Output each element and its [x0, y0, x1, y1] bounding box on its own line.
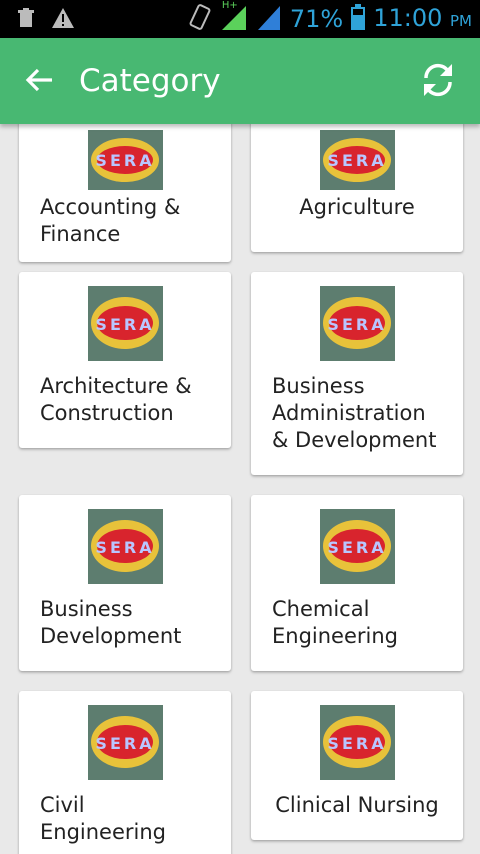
- category-card[interactable]: SERA Business Administration & Developme…: [251, 272, 463, 475]
- clock: 11:00 PM: [373, 3, 472, 36]
- svg-text:SERA: SERA: [327, 538, 386, 557]
- category-card[interactable]: SERA Accounting & Finance: [19, 124, 231, 262]
- svg-text:SERA: SERA: [95, 315, 154, 334]
- category-label: Chemical Engineering: [272, 597, 398, 648]
- arrow-left-icon: [25, 68, 52, 92]
- vibrate-icon: [188, 4, 212, 34]
- sera-logo: SERA: [320, 509, 395, 584]
- category-label: Civil Engineering: [40, 793, 166, 844]
- svg-text:SERA: SERA: [327, 734, 386, 753]
- category-label: Business Administration & Development: [272, 374, 437, 452]
- trash-icon: [18, 8, 34, 32]
- clock-time: 11:00: [373, 3, 443, 32]
- category-card[interactable]: SERA Business Development: [19, 495, 231, 671]
- signal-icon-2: [256, 4, 282, 34]
- category-card[interactable]: SERA Civil Engineering: [19, 691, 231, 854]
- svg-text:SERA: SERA: [95, 151, 154, 170]
- svg-text:SERA: SERA: [327, 151, 386, 170]
- battery-icon: [351, 4, 366, 34]
- refresh-button[interactable]: [418, 60, 458, 100]
- category-card[interactable]: SERA Clinical Nursing: [251, 691, 463, 840]
- category-label: Architecture & Construction: [40, 374, 192, 425]
- signal-icon-1: H+: [220, 0, 248, 34]
- category-card[interactable]: SERA Architecture & Construction: [19, 272, 231, 448]
- category-label: Agriculture: [299, 195, 415, 219]
- category-card[interactable]: SERA Agriculture: [251, 124, 463, 252]
- network-type-label: H+: [221, 0, 238, 11]
- svg-text:SERA: SERA: [95, 734, 154, 753]
- page-title: Category: [79, 63, 221, 99]
- warning-icon: [52, 8, 74, 32]
- svg-text:SERA: SERA: [327, 315, 386, 334]
- sera-logo: SERA: [88, 705, 163, 780]
- sera-logo: SERA: [88, 286, 163, 361]
- clock-ampm: PM: [450, 11, 472, 30]
- sera-logo: SERA: [320, 286, 395, 361]
- sera-logo: SERA: [88, 509, 163, 584]
- category-card[interactable]: SERA Chemical Engineering: [251, 495, 463, 671]
- refresh-icon: [424, 63, 452, 97]
- category-label: Business Development: [40, 597, 182, 648]
- category-grid: SERA Accounting & Finance SERA Agricultu…: [0, 124, 480, 854]
- sera-logo: SERA: [320, 705, 395, 780]
- category-label: Accounting & Finance: [40, 195, 181, 246]
- battery-percent: 71%: [289, 5, 344, 33]
- category-label: Clinical Nursing: [275, 793, 439, 817]
- app-bar: Category: [0, 38, 480, 124]
- status-bar: H+ 71% 11:00 PM: [0, 0, 480, 38]
- svg-text:SERA: SERA: [95, 538, 154, 557]
- back-button[interactable]: [22, 62, 58, 98]
